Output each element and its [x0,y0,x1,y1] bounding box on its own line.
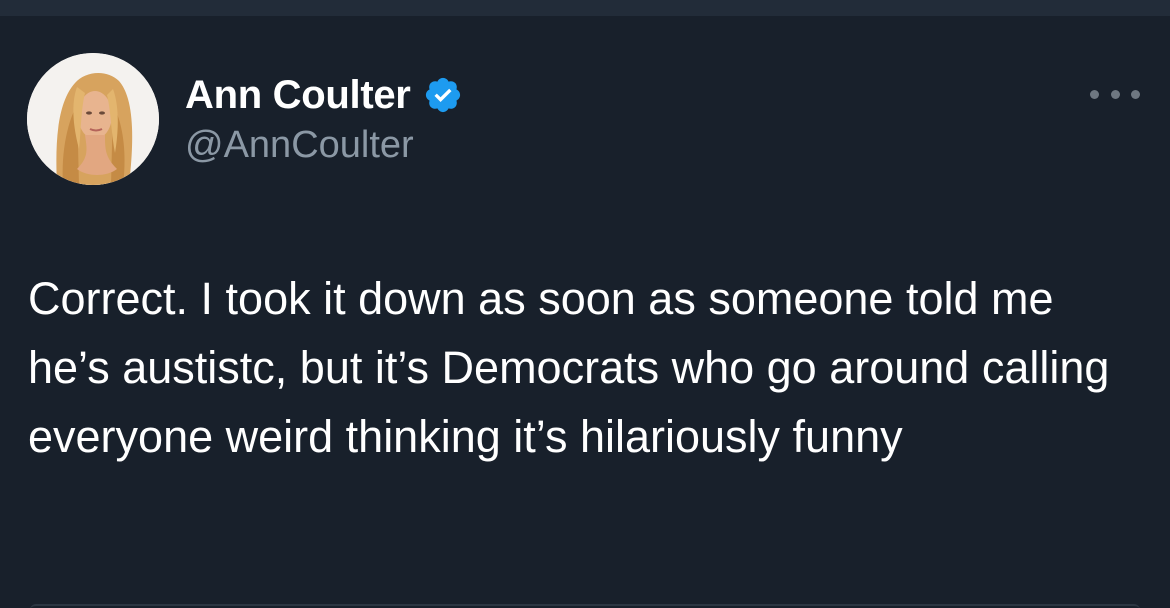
more-options-icon-dot [1110,89,1120,99]
more-options-icon-dot [1131,89,1140,99]
verified-badge-icon[interactable] [423,75,463,115]
top-divider-band [0,0,1170,16]
avatar[interactable] [27,53,159,185]
display-name[interactable]: Ann Coulter [185,73,411,118]
profile-photo-icon [27,53,159,185]
tweet-text: Correct. I took it down as soon as someo… [28,273,1110,462]
bottom-divider [30,604,1140,608]
handle[interactable]: @AnnCoulter [185,124,414,167]
author-name-row[interactable]: Ann Coulter [185,70,463,120]
more-options-button[interactable] [1090,80,1140,108]
more-options-icon [1090,89,1099,99]
